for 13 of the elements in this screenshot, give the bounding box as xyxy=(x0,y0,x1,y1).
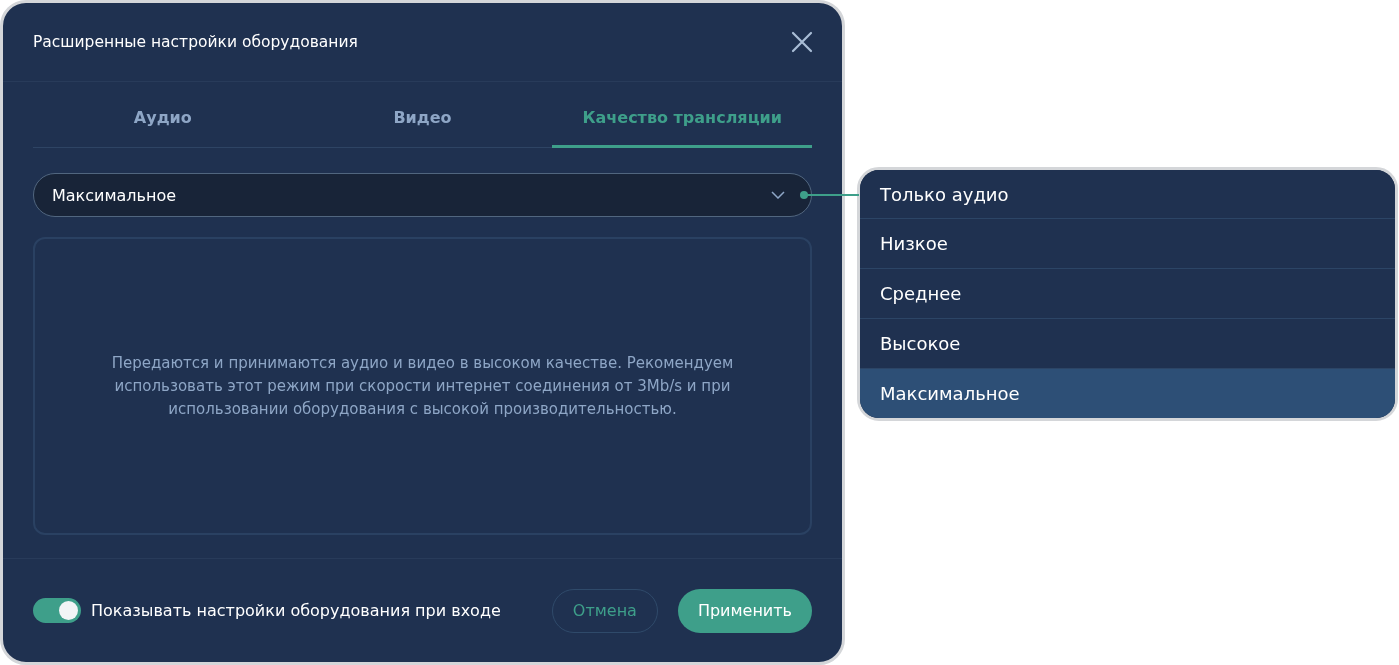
tab[interactable]: Аудио xyxy=(33,90,293,148)
leader-line xyxy=(799,190,859,200)
tab[interactable]: Качество трансляции xyxy=(552,90,812,148)
close-icon xyxy=(790,30,814,54)
description-text: Передаются и принимаются аудио и видео в высоком качестве. Рекомендуем использовать этот режим при скорости интернет соединения от 3Mb/s и при использовании оборудования с высокой производительностью. xyxy=(110,352,735,420)
tab[interactable]: Видео xyxy=(292,90,553,148)
toggle-label: Показывать настройки оборудования при входе xyxy=(91,601,502,620)
toggle-switch[interactable] xyxy=(33,598,81,623)
dropdown-option[interactable]: Максимальное xyxy=(860,368,1395,418)
dialog-title: Расширенные настройки оборудования xyxy=(33,33,358,51)
close-button[interactable] xyxy=(790,30,814,54)
quality-select[interactable]: Максимальное xyxy=(33,173,812,217)
chevron-icon xyxy=(771,191,785,199)
